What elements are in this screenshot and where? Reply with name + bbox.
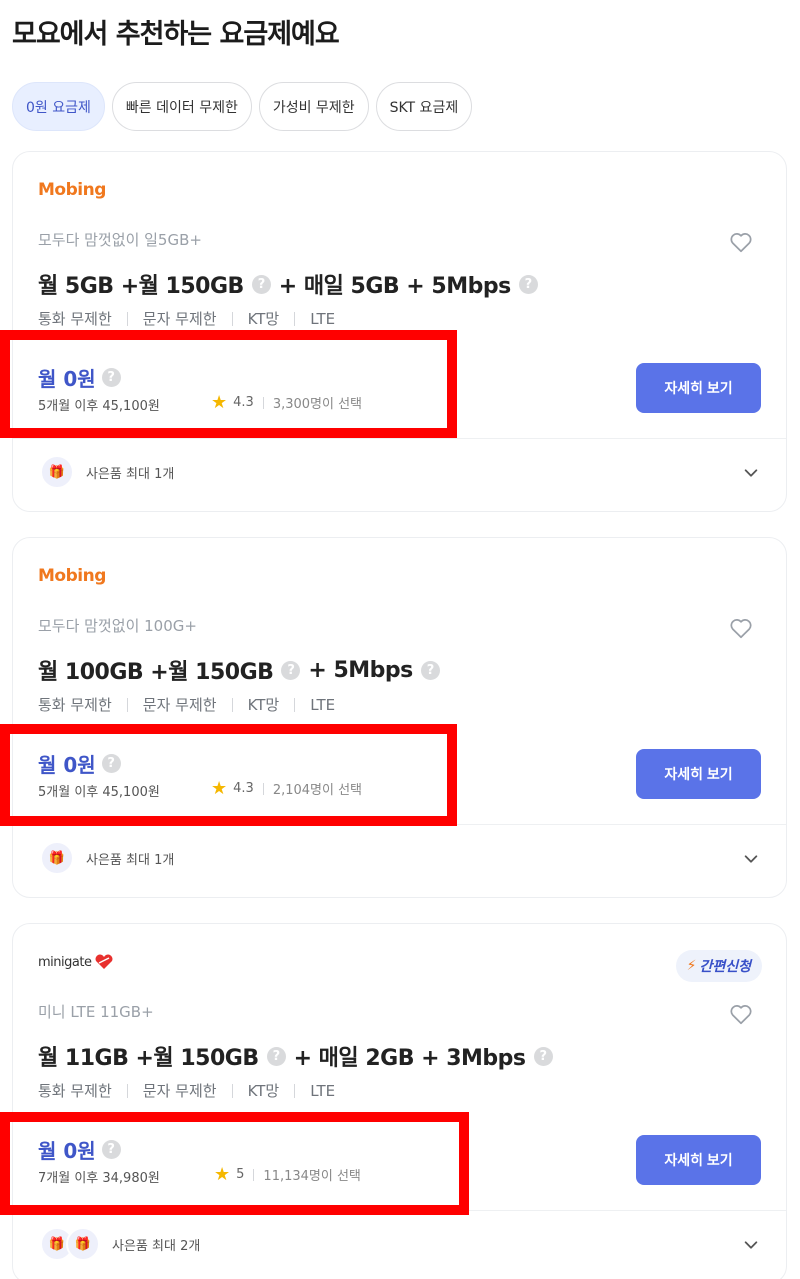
gift-label: 사은품 최대 1개 xyxy=(86,852,175,868)
plan-card[interactable]: Mobing 모두다 맘껏없이 100G+ 월 100GB +월 150GB ?… xyxy=(12,537,787,898)
feature-network: KT망 xyxy=(247,310,280,328)
chevron-down-icon[interactable] xyxy=(742,1236,760,1254)
gift-label: 사은품 최대 2개 xyxy=(112,1238,201,1254)
feature-generation: LTE xyxy=(310,695,336,714)
price-highlight-box xyxy=(0,330,457,438)
brand-logo: minigate xyxy=(38,950,115,974)
gift-icon: 🎁 xyxy=(66,1227,100,1261)
price-highlight-box xyxy=(0,1112,469,1215)
brand-logo: Mobing xyxy=(38,178,106,202)
plan-card[interactable]: minigate ⚡ 간편신청 미니 LTE 11GB+ 월 11GB +월 1… xyxy=(12,923,787,1279)
plan-title: 월 11GB +월 150GB ? + 매일 2GB + 3Mbps ? xyxy=(38,1040,561,1072)
brand-logo: Mobing xyxy=(38,564,106,588)
feature-sms: 문자 무제한 xyxy=(142,1082,217,1100)
plan-features: 통화 무제한 문자 무제한 KT망 LTE xyxy=(38,694,335,715)
gift-label: 사은품 최대 1개 xyxy=(86,466,175,482)
feature-call: 통화 무제한 xyxy=(38,310,112,328)
plan-subtitle: 모두다 맘껏없이 일5GB+ xyxy=(38,231,202,249)
plan-subtitle: 모두다 맘껏없이 100G+ xyxy=(38,617,197,635)
feature-sms: 문자 무제한 xyxy=(142,696,217,714)
feature-generation: LTE xyxy=(310,309,336,328)
help-icon[interactable]: ? xyxy=(533,1046,553,1066)
heart-icon[interactable] xyxy=(728,615,754,641)
brand-name-text: minigate xyxy=(38,954,92,970)
heart-logo-icon xyxy=(95,954,113,969)
feature-call: 통화 무제한 xyxy=(38,1082,112,1100)
plan-features: 통화 무제한 문자 무제한 KT망 LTE xyxy=(38,1080,335,1101)
help-icon[interactable]: ? xyxy=(420,660,440,680)
filter-chip-fast-unlimited[interactable]: 빠른 데이터 무제한 xyxy=(111,82,252,131)
plan-title-extra: + 매일 5GB + 5Mbps xyxy=(278,274,511,299)
plan-title-main: 월 5GB +월 150GB xyxy=(38,274,244,299)
chevron-down-icon[interactable] xyxy=(742,850,760,868)
filter-chip-value-unlimited[interactable]: 가성비 무제한 xyxy=(258,82,369,131)
lightning-icon: ⚡ xyxy=(686,958,697,974)
brand-name: Mobing xyxy=(38,180,106,200)
plan-title-main: 월 100GB +월 150GB xyxy=(38,660,274,685)
chevron-down-icon[interactable] xyxy=(742,464,760,482)
plan-title-extra: + 매일 2GB + 3Mbps xyxy=(293,1046,526,1071)
help-icon[interactable]: ? xyxy=(518,274,538,294)
heart-icon[interactable] xyxy=(728,1001,754,1027)
feature-sms: 문자 무제한 xyxy=(142,310,217,328)
detail-button[interactable]: 자세히 보기 xyxy=(636,363,761,413)
plan-title-extra: + 5Mbps xyxy=(308,657,413,683)
gift-icon: 🎁 xyxy=(40,455,74,489)
gift-icon: 🎁 xyxy=(40,841,74,875)
help-icon[interactable]: ? xyxy=(266,1046,286,1066)
detail-button[interactable]: 자세히 보기 xyxy=(636,749,761,799)
page-title: 모요에서 추천하는 요금제예요 xyxy=(12,19,340,50)
heart-icon[interactable] xyxy=(728,229,754,255)
gift-row[interactable]: 🎁 사은품 최대 1개 xyxy=(40,455,174,489)
help-icon[interactable]: ? xyxy=(251,274,271,294)
plan-title-main: 월 11GB +월 150GB xyxy=(38,1046,259,1071)
feature-network: KT망 xyxy=(247,1082,280,1100)
help-icon[interactable]: ? xyxy=(281,660,301,680)
gift-row[interactable]: 🎁 사은품 최대 1개 xyxy=(40,841,174,875)
price-highlight-box xyxy=(0,724,457,826)
brand-name: Mobing xyxy=(38,566,106,586)
filter-chips: 0원 요금제 빠른 데이터 무제한 가성비 무제한 SKT 요금제 xyxy=(12,82,473,131)
brand-name: minigate xyxy=(38,954,115,970)
plan-title: 월 5GB +월 150GB ? + 매일 5GB + 5Mbps ? xyxy=(38,268,546,300)
feature-generation: LTE xyxy=(310,1081,336,1100)
filter-chip-zero-won[interactable]: 0원 요금제 xyxy=(12,82,105,131)
plan-features: 통화 무제한 문자 무제한 KT망 LTE xyxy=(38,308,335,329)
plan-title: 월 100GB +월 150GB ? + 5Mbps ? xyxy=(38,654,448,686)
gift-row[interactable]: 🎁 🎁 사은품 최대 2개 xyxy=(40,1227,200,1261)
badge-label: 간편신청 xyxy=(699,959,751,975)
quick-apply-badge: ⚡ 간편신청 xyxy=(675,950,762,982)
feature-call: 통화 무제한 xyxy=(38,696,112,714)
detail-button[interactable]: 자세히 보기 xyxy=(636,1135,761,1185)
feature-network: KT망 xyxy=(247,696,280,714)
divider xyxy=(13,438,786,439)
plan-subtitle: 미니 LTE 11GB+ xyxy=(38,1003,154,1021)
filter-chip-skt[interactable]: SKT 요금제 xyxy=(375,82,473,131)
